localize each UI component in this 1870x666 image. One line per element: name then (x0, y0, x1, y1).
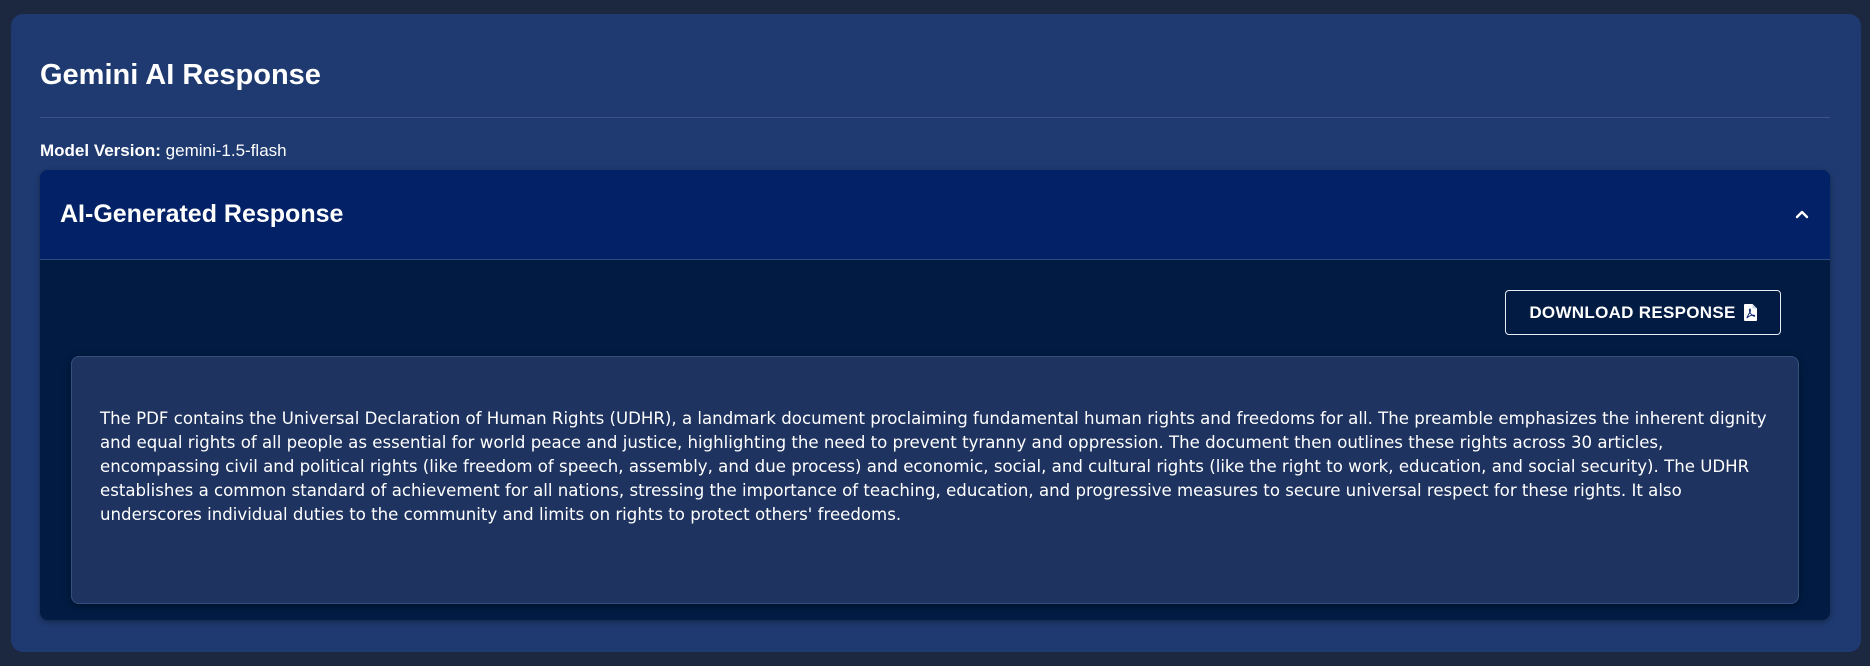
response-card: Gemini AI Response Model Version: gemini… (11, 14, 1861, 652)
download-button-label: DOWNLOAD RESPONSE (1529, 302, 1736, 322)
accordion-title: AI-Generated Response (60, 200, 344, 228)
model-version-label: Model Version: (40, 141, 161, 160)
model-version-value: gemini-1.5-flash (165, 141, 287, 160)
response-text: The PDF contains the Universal Declarati… (100, 409, 1767, 524)
title-divider (40, 117, 1830, 118)
accordion-header[interactable]: AI-Generated Response (40, 170, 1830, 260)
response-text-box: The PDF contains the Universal Declarati… (71, 356, 1799, 604)
collapse-toggle-button[interactable] (1780, 192, 1824, 236)
card-title: Gemini AI Response (40, 59, 321, 91)
file-pdf-icon (1743, 304, 1757, 321)
chevron-up-icon (1795, 210, 1809, 219)
model-version-line: Model Version: gemini-1.5-flash (40, 141, 287, 161)
download-response-button[interactable]: DOWNLOAD RESPONSE (1505, 290, 1781, 335)
